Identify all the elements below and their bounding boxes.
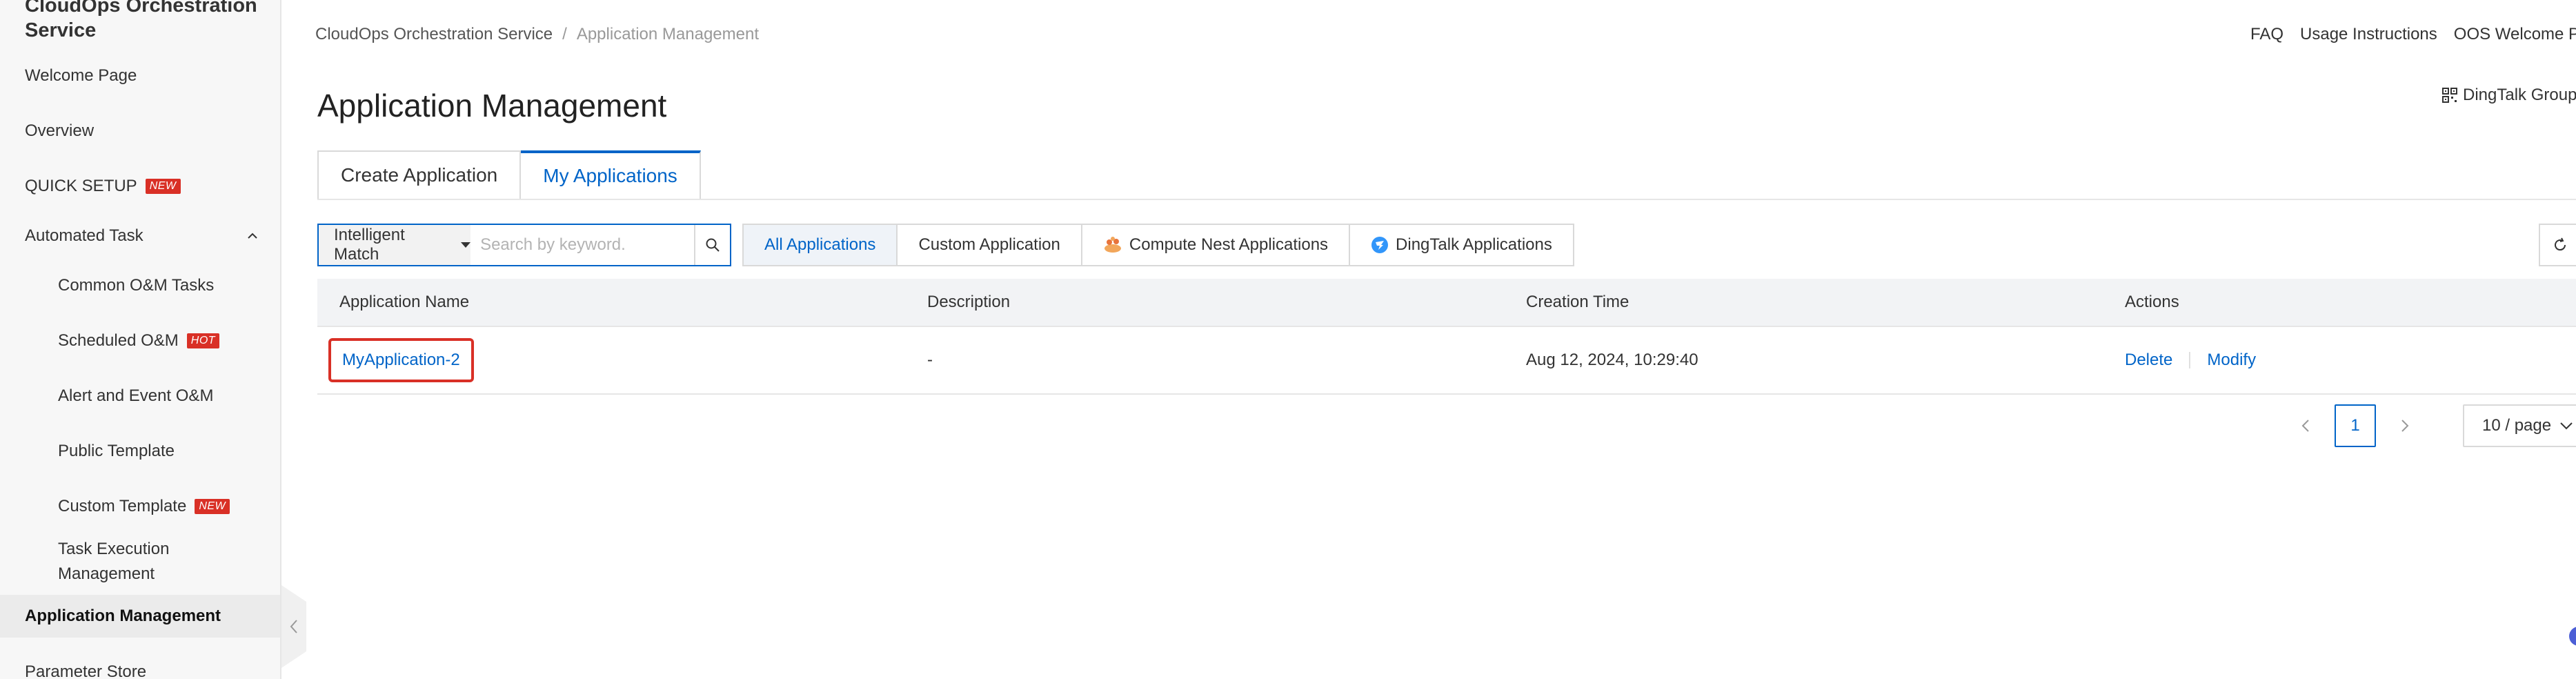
chevron-up-icon[interactable]: [247, 230, 258, 242]
chevron-down-icon: [2560, 422, 2573, 430]
dingtalk-icon: [1371, 237, 1389, 253]
breadcrumb-separator: /: [562, 25, 567, 43]
tab-divider: [317, 199, 2576, 200]
column-header-description: Description: [927, 293, 1011, 311]
next-page-button[interactable]: [2391, 412, 2419, 440]
filter-label: All Applications: [764, 235, 876, 254]
sidebar-item-welcome-page[interactable]: Welcome Page: [0, 55, 280, 97]
sidebar-item-label: QUICK SETUP: [25, 177, 137, 195]
applications-table: Application Name Description Creation Ti…: [317, 279, 2576, 395]
new-badge: NEW: [145, 179, 181, 194]
sidebar: CloudOps Orchestration Service Welcome P…: [0, 0, 281, 679]
search-group: Intelligent Match: [317, 224, 731, 266]
delete-button[interactable]: Delete: [2125, 351, 2172, 370]
action-divider: [2189, 352, 2191, 368]
application-type-filter: All Applications Custom Application Comp…: [742, 224, 1574, 266]
sidebar-item-label: Scheduled O&M: [58, 331, 179, 350]
application-name-link[interactable]: MyApplication-2: [342, 351, 460, 369]
sidebar-item-label: Parameter Store: [25, 662, 147, 679]
column-header-creation-time: Creation Time: [1526, 293, 1629, 311]
sidebar-item-scheduled-om[interactable]: Scheduled O&M HOT: [0, 320, 280, 362]
filter-dingtalk-applications[interactable]: DingTalk Applications: [1350, 224, 1574, 266]
sidebar-item-label: Overview: [25, 121, 95, 140]
sidebar-item-label: Custom Template: [58, 497, 187, 515]
tab-create-application[interactable]: Create Application: [317, 150, 522, 200]
table-header: Application Name Description Creation Ti…: [317, 279, 2576, 327]
sidebar-collapse-button[interactable]: [281, 585, 306, 668]
sidebar-item-label: Automated Task: [25, 226, 143, 245]
sidebar-item-overview[interactable]: Overview: [0, 110, 280, 152]
sidebar-item-label: Alert and Event O&M: [58, 386, 214, 405]
chevron-left-icon: [2301, 420, 2309, 432]
sidebar-item-quick-setup[interactable]: QUICK SETUP NEW: [0, 166, 280, 207]
pagination: 1 10 / page: [2292, 404, 2576, 447]
match-mode-value: Intelligent Match: [334, 226, 405, 264]
column-header-name: Application Name: [339, 293, 470, 311]
sidebar-item-automated-task[interactable]: Automated Task: [0, 215, 280, 257]
faq-link[interactable]: FAQ: [2250, 25, 2283, 44]
filter-compute-nest-applications[interactable]: Compute Nest Applications: [1082, 224, 1351, 266]
breadcrumb: CloudOps Orchestration Service / Applica…: [315, 25, 759, 44]
cell-description: -: [927, 351, 933, 369]
sidebar-item-label: Task Execution Management: [58, 540, 170, 583]
breadcrumb-item-service[interactable]: CloudOps Orchestration Service: [315, 25, 553, 44]
refresh-button[interactable]: [2539, 224, 2576, 266]
refresh-icon: [2555, 237, 2566, 251]
usage-instructions-link[interactable]: Usage Instructions: [2300, 25, 2437, 44]
highlight-box: MyApplication-2: [328, 338, 474, 382]
sidebar-item-label: Application Management: [25, 607, 221, 625]
page-title: Application Management: [317, 88, 667, 124]
sidebar-item-parameter-store[interactable]: Parameter Store: [0, 651, 280, 679]
cell-creation-time: Aug 12, 2024, 10:29:40: [1526, 351, 1698, 369]
assistant-float-button[interactable]: [2569, 627, 2576, 646]
sidebar-item-public-template[interactable]: Public Template: [0, 431, 280, 472]
cell-actions: Delete Modify: [2103, 351, 2576, 370]
sidebar-item-alert-event-om[interactable]: Alert and Event O&M: [0, 375, 280, 417]
previous-page-button[interactable]: [2292, 412, 2319, 440]
breadcrumb-item-current: Application Management: [576, 25, 759, 43]
search-input[interactable]: [470, 225, 695, 265]
top-links: FAQ Usage Instructions OOS Welcome P: [2250, 25, 2576, 44]
filter-custom-application[interactable]: Custom Application: [898, 224, 1082, 266]
hot-badge: HOT: [186, 333, 220, 348]
caret-down-icon: [461, 242, 471, 248]
page-size-select[interactable]: 10 / page: [2463, 404, 2576, 447]
search-button[interactable]: [694, 225, 730, 265]
sidebar-item-label: Welcome Page: [25, 66, 137, 85]
sidebar-item-task-execution-management[interactable]: Task Execution Management: [0, 535, 280, 588]
sidebar-item-application-management[interactable]: Application Management: [0, 595, 280, 638]
tab-my-applications[interactable]: My Applications: [521, 150, 701, 200]
sidebar-item-custom-template[interactable]: Custom Template NEW: [0, 486, 280, 527]
page-size-value: 10 / page: [2482, 416, 2552, 435]
page-number-button[interactable]: 1: [2335, 404, 2376, 447]
sidebar-item-label: Common O&M Tasks: [58, 276, 215, 295]
oos-welcome-link[interactable]: OOS Welcome P: [2454, 25, 2576, 44]
cell-name: MyApplication-2: [317, 338, 905, 382]
sidebar-item-label: Public Template: [58, 442, 175, 460]
chevron-right-icon: [2401, 420, 2409, 432]
compute-nest-icon: [1104, 237, 1121, 253]
filter-label: DingTalk Applications: [1396, 235, 1552, 254]
sidebar-title: CloudOps Orchestration Service: [25, 0, 257, 41]
search-icon: [706, 238, 720, 252]
filter-all-applications[interactable]: All Applications: [742, 224, 898, 266]
qr-code-icon: [2442, 88, 2457, 103]
new-badge: NEW: [195, 499, 230, 514]
chevron-left-icon: [290, 620, 297, 633]
dingtalk-group-link[interactable]: DingTalk Group: [2442, 86, 2576, 105]
filter-label: Compute Nest Applications: [1129, 235, 1329, 254]
column-header-actions: Actions: [2125, 293, 2179, 311]
sidebar-item-common-om-tasks[interactable]: Common O&M Tasks: [0, 265, 280, 306]
filter-label: Custom Application: [918, 235, 1060, 254]
match-mode-select[interactable]: Intelligent Match: [319, 225, 471, 265]
dingtalk-group-label: DingTalk Group: [2463, 86, 2576, 104]
tab-bar: Create Application My Applications: [317, 150, 701, 200]
modify-button[interactable]: Modify: [2207, 351, 2256, 370]
table-row: MyApplication-2 - Aug 12, 2024, 10:29:40…: [317, 327, 2576, 395]
